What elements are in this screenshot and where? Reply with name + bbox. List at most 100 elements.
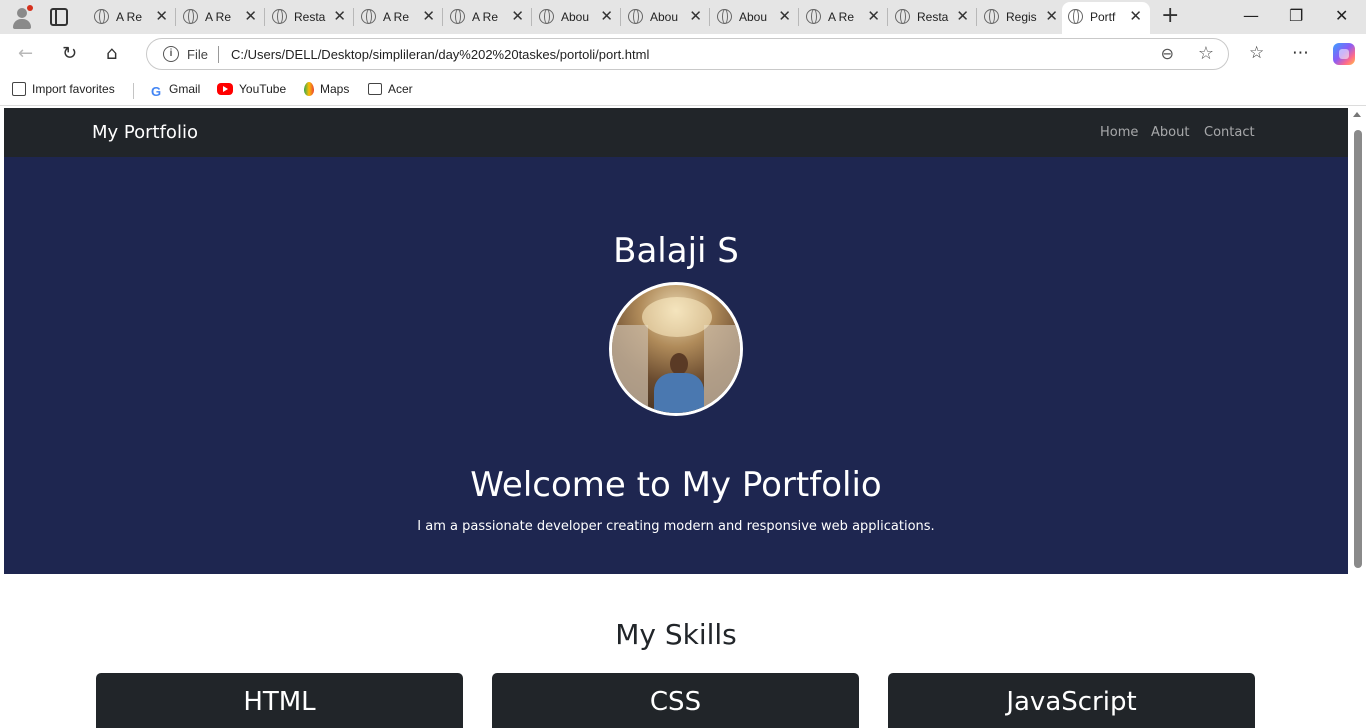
skill-card-html: HTML: [96, 673, 463, 728]
tab-title: Abou: [650, 10, 679, 24]
tab-title: Resta: [294, 10, 326, 24]
browser-tab[interactable]: A Re ✕: [444, 4, 532, 30]
scheme-label: File: [187, 47, 208, 62]
nav-link-contact[interactable]: Contact: [1204, 125, 1255, 140]
globe-icon: [183, 9, 198, 24]
restore-icon[interactable]: ❐: [1289, 6, 1303, 25]
close-tab-icon[interactable]: ✕: [422, 8, 435, 24]
browser-tab[interactable]: Abou ✕: [533, 4, 621, 30]
browser-tab-active[interactable]: Portf ✕: [1062, 2, 1150, 34]
scroll-up-icon[interactable]: [1353, 112, 1361, 117]
browser-tab[interactable]: A Re ✕: [355, 4, 443, 30]
youtube-icon: [217, 83, 233, 95]
browser-tab[interactable]: Resta ✕: [889, 4, 977, 30]
tab-title: A Re: [116, 10, 143, 24]
close-tab-icon[interactable]: ✕: [956, 8, 969, 24]
tab-title: Abou: [739, 10, 768, 24]
page-viewport: My Portfolio Home About Contact Balaji S…: [4, 108, 1348, 728]
close-tab-icon[interactable]: ✕: [1045, 8, 1058, 24]
navbar-brand[interactable]: My Portfolio: [92, 122, 198, 143]
profile-avatar-icon[interactable]: [10, 5, 34, 29]
close-tab-icon[interactable]: ✕: [333, 8, 346, 24]
zoom-icon[interactable]: ⊖: [1161, 44, 1174, 63]
gmail-icon: G: [150, 84, 162, 99]
url-text[interactable]: C:/Users/DELL/Desktop/simplileran/day%20…: [231, 47, 649, 62]
browser-tab[interactable]: A Re ✕: [177, 4, 265, 30]
tab-actions-icon[interactable]: [50, 8, 68, 26]
favorite-label: Import favorites: [32, 82, 115, 96]
folder-icon: [368, 83, 382, 95]
tab-title: A Re: [383, 10, 410, 24]
maps-icon: [304, 82, 314, 96]
close-tab-icon[interactable]: ✕: [155, 8, 168, 24]
globe-icon: [984, 9, 999, 24]
browser-tab[interactable]: Regis ✕: [978, 4, 1066, 30]
favorite-import[interactable]: Import favorites: [12, 82, 115, 96]
reload-icon[interactable]: ↻: [62, 44, 77, 64]
close-tab-icon[interactable]: ✕: [511, 8, 524, 24]
globe-icon: [628, 9, 643, 24]
hero-heading: Welcome to My Portfolio: [470, 465, 882, 505]
globe-icon: [717, 9, 732, 24]
close-tab-icon[interactable]: ✕: [689, 8, 702, 24]
skill-name: JavaScript: [1006, 687, 1137, 717]
tab-title: Portf: [1090, 10, 1116, 24]
close-tab-icon[interactable]: ✕: [244, 8, 257, 24]
favorite-acer[interactable]: Acer: [368, 82, 413, 96]
nav-link-home[interactable]: Home: [1100, 125, 1138, 140]
address-toolbar: ← ↻ ⌂ i File C:/Users/DELL/Desktop/simpl…: [0, 34, 1366, 74]
globe-icon: [806, 9, 821, 24]
back-arrow-icon[interactable]: ←: [18, 44, 33, 64]
scrollbar-thumb[interactable]: [1354, 130, 1362, 568]
vertical-scrollbar[interactable]: [1348, 108, 1366, 728]
favorite-star-icon[interactable]: ☆: [1198, 43, 1214, 64]
info-icon[interactable]: i: [163, 46, 179, 62]
close-tab-icon[interactable]: ✕: [778, 8, 791, 24]
minimize-icon[interactable]: —: [1243, 6, 1259, 25]
new-tab-icon[interactable]: +: [1161, 5, 1179, 27]
address-bar[interactable]: i File C:/Users/DELL/Desktop/simplileran…: [146, 38, 1229, 70]
skill-card-javascript: JavaScript: [888, 673, 1255, 728]
tab-title: A Re: [828, 10, 855, 24]
import-icon: [12, 82, 26, 96]
globe-icon: [895, 9, 910, 24]
favorite-label: YouTube: [239, 82, 287, 96]
tab-title: Regis: [1006, 10, 1037, 24]
close-tab-icon[interactable]: ✕: [867, 8, 880, 24]
favorite-label: Acer: [388, 82, 413, 96]
favorites-bar: Import favorites G Gmail YouTube Maps Ace…: [0, 74, 1366, 106]
browser-tab[interactable]: Abou ✕: [622, 4, 710, 30]
copilot-icon[interactable]: [1333, 43, 1355, 65]
browser-tab[interactable]: Resta ✕: [266, 4, 354, 30]
globe-icon: [272, 9, 287, 24]
hero-section: Balaji S Welcome to My Portfolio I am a …: [4, 157, 1348, 574]
tab-title: Resta: [917, 10, 949, 24]
favorite-gmail[interactable]: G Gmail: [149, 82, 200, 99]
globe-icon: [539, 9, 554, 24]
site-navbar: My Portfolio Home About Contact: [4, 108, 1348, 157]
close-tab-icon[interactable]: ✕: [600, 8, 613, 24]
close-window-icon[interactable]: ✕: [1335, 6, 1348, 25]
favorite-label: Gmail: [169, 82, 201, 96]
hero-name: Balaji S: [613, 231, 739, 271]
tab-title: A Re: [205, 10, 232, 24]
favorites-list-icon[interactable]: ☆: [1249, 43, 1264, 63]
skill-name: HTML: [243, 687, 316, 717]
browser-tab[interactable]: A Re ✕: [88, 4, 176, 30]
globe-icon: [450, 9, 465, 24]
more-options-icon[interactable]: ⋯: [1292, 43, 1309, 63]
favorite-maps[interactable]: Maps: [304, 82, 349, 96]
favorite-youtube[interactable]: YouTube: [217, 82, 286, 96]
home-icon[interactable]: ⌂: [106, 44, 117, 64]
browser-tab[interactable]: Abou ✕: [711, 4, 799, 30]
browser-tab[interactable]: A Re ✕: [800, 4, 888, 30]
skill-name: CSS: [649, 687, 702, 717]
tab-title: Abou: [561, 10, 590, 24]
globe-icon: [361, 9, 376, 24]
globe-icon: [94, 9, 109, 24]
nav-link-about[interactable]: About: [1151, 125, 1189, 140]
favorite-label: Maps: [320, 82, 350, 96]
tab-strip: A Re ✕ A Re ✕ Resta ✕ A Re ✕ A Re ✕ Abou…: [0, 0, 1366, 34]
globe-icon: [1068, 9, 1083, 24]
close-tab-icon[interactable]: ✕: [1129, 8, 1142, 24]
